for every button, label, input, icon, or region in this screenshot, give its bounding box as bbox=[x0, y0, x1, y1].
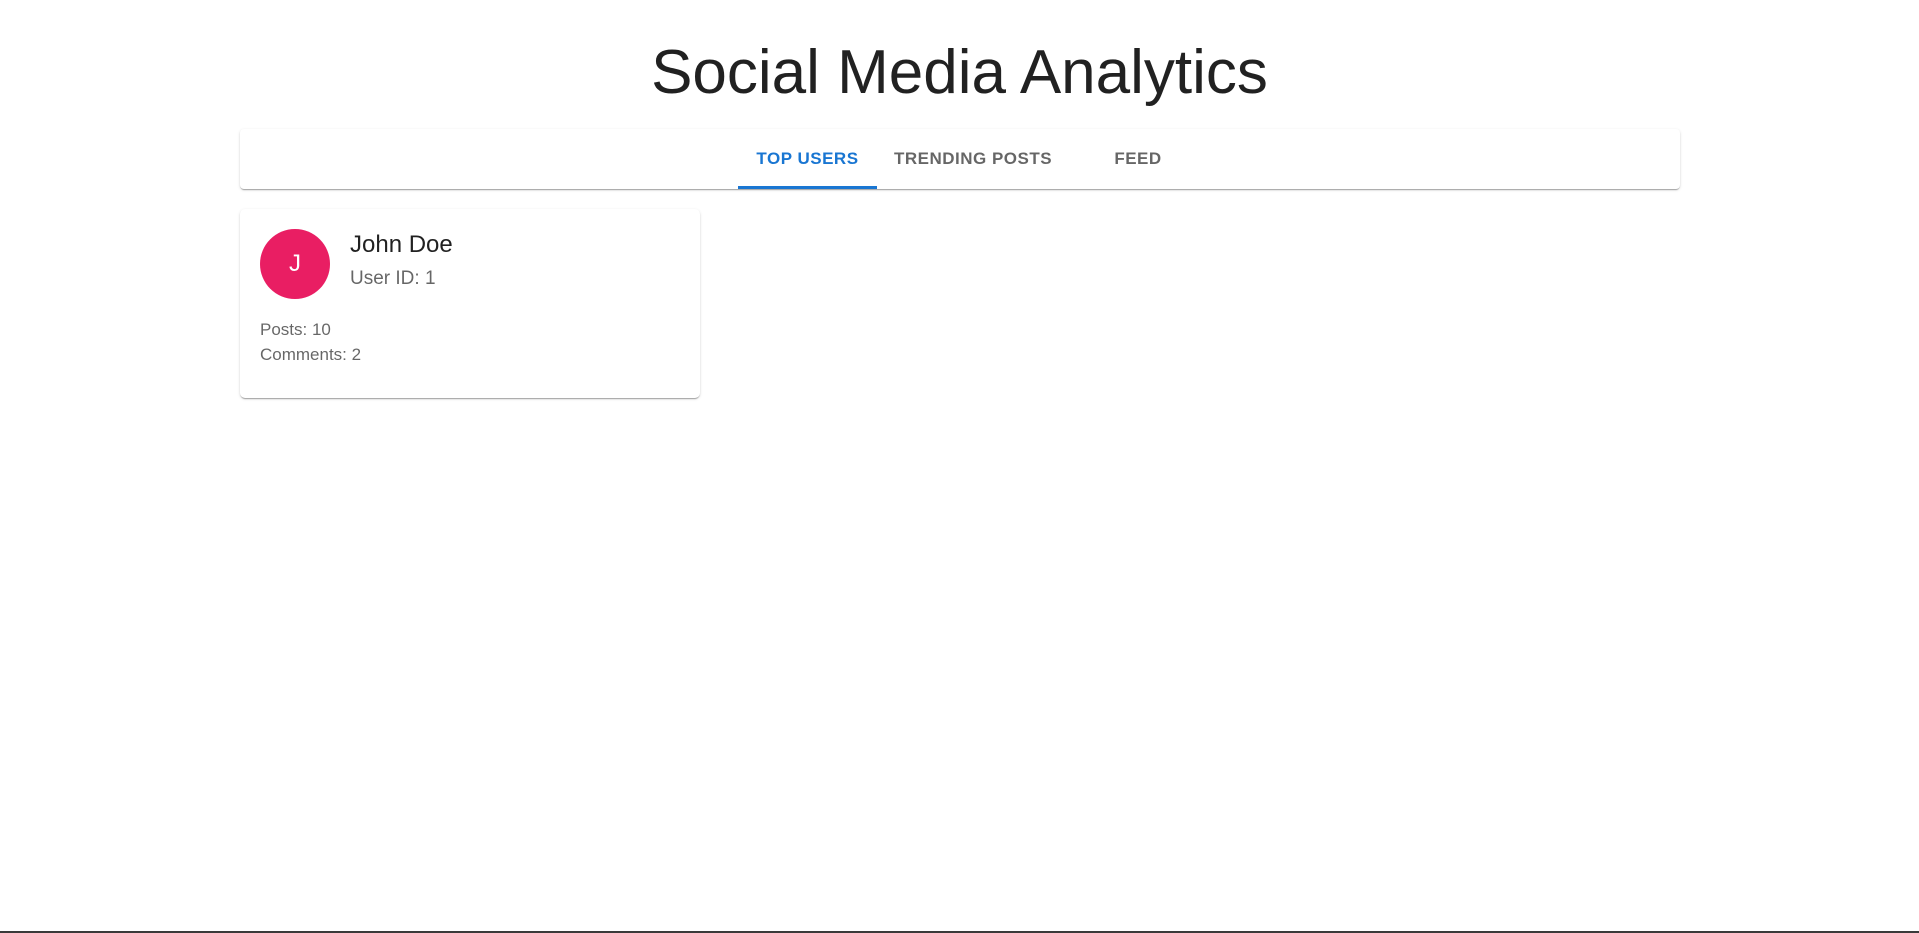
tab-feed[interactable]: FEED bbox=[1069, 129, 1207, 189]
tab-trending-posts[interactable]: TRENDING POSTS bbox=[877, 129, 1069, 189]
active-tab-indicator bbox=[738, 186, 877, 189]
user-posts-count: Posts: 10 bbox=[260, 320, 331, 339]
user-card: J John Doe User ID: 1 Posts: 10 Comments… bbox=[240, 209, 700, 398]
page: Social Media Analytics TOP USERS TRENDIN… bbox=[0, 0, 1919, 933]
user-name: John Doe bbox=[350, 231, 453, 258]
user-comments-count: Comments: 2 bbox=[260, 345, 362, 364]
tabs-bar: TOP USERS TRENDING POSTS FEED bbox=[240, 129, 1680, 189]
avatar: J bbox=[260, 229, 330, 299]
tab-top-users[interactable]: TOP USERS bbox=[738, 129, 877, 189]
page-title: Social Media Analytics bbox=[651, 38, 1268, 107]
user-id: User ID: 1 bbox=[350, 268, 436, 289]
